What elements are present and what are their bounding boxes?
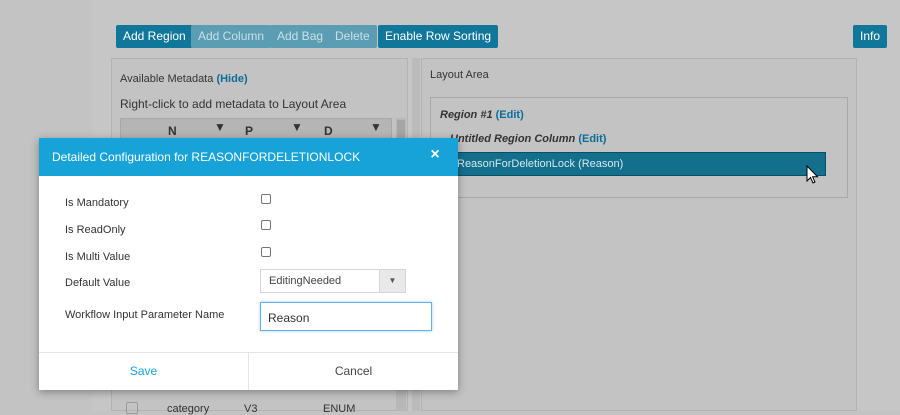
row-checkbox[interactable] — [126, 402, 138, 414]
add-region-button[interactable]: Add Region — [116, 25, 193, 48]
chevron-down-icon[interactable]: ▼ — [379, 270, 405, 292]
workflow-input-value: Reason — [268, 311, 310, 325]
hide-link[interactable]: (Hide) — [216, 73, 247, 85]
is-readonly-label: Is ReadOnly — [65, 224, 126, 236]
is-mandatory-checkbox[interactable] — [261, 194, 271, 204]
name-filter-icon[interactable]: ▼ — [214, 120, 226, 134]
save-button[interactable]: Save — [39, 353, 248, 390]
default-value-selected: EditingNeeded — [269, 275, 342, 287]
is-readonly-checkbox[interactable] — [261, 220, 271, 230]
layout-area-heading: Layout Area — [430, 69, 489, 81]
dialog-header: Detailed Configuration for REASONFORDELE… — [39, 138, 458, 176]
available-metadata-heading: Available Metadata (Hide) — [120, 73, 248, 85]
delete-button[interactable]: Delete — [328, 25, 377, 48]
default-value-select[interactable]: EditingNeeded ▼ — [260, 269, 406, 293]
row-datatype: ENUM — [323, 403, 356, 415]
is-multi-value-label: Is Multi Value — [65, 251, 131, 263]
dialog-title: Detailed Configuration for REASONFORDELE… — [52, 150, 361, 164]
metadata-hint: Right-click to add metadata to Layout Ar… — [120, 97, 347, 111]
detailed-configuration-dialog: Detailed Configuration for REASONFORDELE… — [39, 138, 458, 390]
region-title: Region #1 (Edit) — [440, 109, 524, 121]
enable-row-sorting-button[interactable]: Enable Row Sorting — [378, 25, 499, 48]
cancel-button[interactable]: Cancel — [249, 353, 458, 390]
prefix-column-header[interactable]: P — [245, 124, 253, 138]
available-metadata-title: Available Metadata — [120, 73, 214, 85]
prefix-filter-icon[interactable]: ▼ — [291, 120, 303, 134]
datatype-filter-icon[interactable]: ▼ — [370, 120, 382, 134]
region-edit-link[interactable]: (Edit) — [496, 109, 524, 121]
row-name: category — [167, 403, 210, 415]
metadata-item[interactable]: ReasonForDeletionLock (Reason) — [440, 152, 826, 176]
add-column-button[interactable]: Add Column — [191, 25, 272, 48]
is-multi-value-checkbox[interactable] — [261, 247, 271, 257]
mouse-cursor-icon — [806, 165, 819, 184]
workflow-input-label: Workflow Input Parameter Name — [65, 309, 225, 321]
row-prefix: V3 — [244, 403, 258, 415]
info-button[interactable]: Info — [853, 25, 888, 48]
default-value-label: Default Value — [65, 277, 131, 289]
add-bag-button[interactable]: Add Bag — [270, 25, 331, 48]
is-mandatory-label: Is Mandatory — [65, 197, 129, 209]
region-column-title-text: Untitled Region Column — [450, 133, 576, 145]
table-row[interactable]: category V3 ENUM — [120, 396, 392, 415]
datatype-column-header[interactable]: D — [324, 124, 333, 138]
region-column-edit-link[interactable]: (Edit) — [578, 133, 606, 145]
name-column-header[interactable]: N — [168, 124, 177, 138]
region-column-title: Untitled Region Column (Edit) — [450, 133, 606, 145]
workflow-input-field[interactable]: Reason — [260, 302, 432, 331]
region-title-text: Region #1 — [440, 109, 493, 121]
close-icon[interactable]: × — [427, 146, 443, 164]
